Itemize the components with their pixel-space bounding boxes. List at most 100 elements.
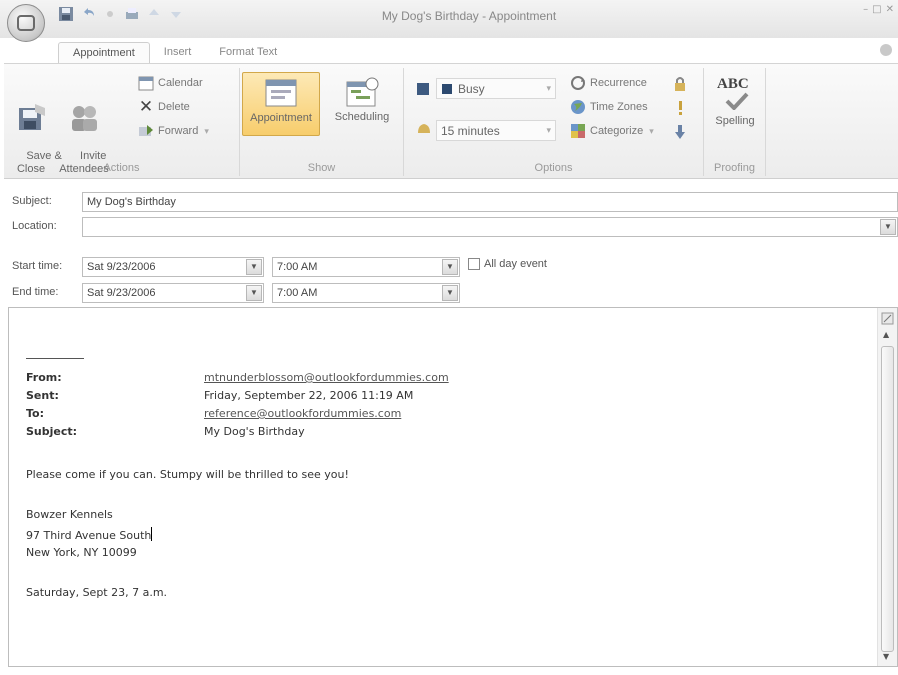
time-zones-label: Time Zones (590, 101, 648, 113)
calendar-icon (138, 76, 154, 91)
address-line-2: 97 Third Avenue South (26, 527, 153, 542)
reminder-value: 15 minutes (441, 123, 500, 138)
calendar-button[interactable]: Calendar (138, 74, 203, 92)
recurrence-button[interactable]: Recurrence (570, 74, 647, 92)
location-label: Location: (12, 220, 57, 232)
low-importance-icon[interactable] (674, 124, 686, 140)
group-options: Busy ▾ 15 minutes ▾ Recurrence Time Zone… (404, 68, 704, 176)
end-date-value: Sat 9/23/2006 (87, 287, 156, 299)
from-row: From: mtnunderblossom@outlookfordummies.… (26, 371, 826, 389)
reminder-dropdown[interactable]: 15 minutes ▾ (436, 120, 556, 141)
all-day-event-checkbox[interactable]: All day event (468, 258, 547, 270)
subject-field[interactable]: My Dog's Birthday (82, 192, 898, 212)
sent-value: Friday, September 22, 2006 11:19 AM (204, 389, 414, 402)
appointment-icon (265, 79, 297, 107)
spelling-icon: ABC (717, 76, 753, 112)
forward-dropdown-icon[interactable]: ▾ (204, 126, 209, 137)
to-row: To: reference@outlookfordummies.com (26, 407, 826, 425)
text-cursor (151, 527, 153, 541)
high-importance-icon[interactable] (674, 100, 686, 116)
spelling-button[interactable]: ABC Spelling (708, 76, 762, 128)
ribbon: Save & Close Invite Attendees Calendar ✕… (4, 63, 898, 179)
close-button[interactable]: ✕ (886, 4, 894, 15)
message-subject-key: Subject: (26, 425, 78, 438)
sent-row: Sent: Friday, September 22, 2006 11:19 A… (26, 389, 826, 407)
categorize-button[interactable]: Categorize ▾ (570, 122, 654, 140)
start-date-picker[interactable]: Sat 9/23/2006 ▼ (82, 257, 264, 277)
maximize-button[interactable]: □ (872, 4, 881, 15)
group-proofing: ABC Spelling Proofing (704, 68, 766, 176)
forward-label: Forward (158, 125, 199, 137)
help-icon[interactable] (880, 44, 892, 56)
address-line-3: New York, NY 10099 (26, 546, 137, 559)
start-date-value: Sat 9/23/2006 (87, 261, 156, 273)
scroll-up-icon[interactable]: ▲ (883, 330, 889, 339)
to-email-link[interactable]: reference@outlookfordummies.com (204, 407, 401, 420)
start-time-dropdown-icon[interactable]: ▼ (442, 259, 458, 275)
forward-icon (139, 125, 153, 136)
delete-label: Delete (158, 101, 190, 113)
subject-label: Subject: (12, 195, 52, 207)
tab-appointment[interactable]: Appointment (58, 42, 150, 64)
ribbon-tabs: Appointment Insert Format Text (58, 42, 291, 64)
location-field[interactable]: ▼ (82, 217, 898, 237)
scroll-down-icon[interactable]: ▼ (883, 652, 889, 661)
end-date-dropdown-icon[interactable]: ▼ (246, 285, 262, 301)
group-label-show: Show (307, 162, 336, 174)
save-close-icon (19, 104, 45, 130)
to-key: To: (26, 407, 44, 420)
vertical-scrollbar[interactable]: ▲ ▼ (877, 308, 897, 666)
forward-button[interactable]: Forward ▾ (138, 122, 209, 140)
ruler-icon[interactable] (881, 312, 894, 325)
reminder-caret-icon: ▾ (546, 125, 551, 135)
globe-icon (571, 100, 585, 114)
end-time-label: End time: (12, 286, 59, 298)
start-time-value: 7:00 AM (277, 261, 318, 273)
window-title: My Dog's Birthday - Appointment (381, 9, 557, 23)
date-line: Saturday, Sept 23, 7 a.m. (26, 586, 168, 599)
title-bar: My Dog's Birthday - Appointment – □ ✕ (0, 0, 898, 38)
categorize-label: Categorize (590, 125, 644, 137)
end-date-picker[interactable]: Sat 9/23/2006 ▼ (82, 283, 264, 303)
start-time-picker[interactable]: 7:00 AM ▼ (272, 257, 460, 277)
checkbox-icon[interactable] (468, 258, 480, 270)
spelling-label: Spelling (715, 115, 755, 127)
spelling-abc-text: ABC (717, 76, 749, 92)
group-label-options: Options (534, 162, 573, 174)
show-as-caret-icon: ▾ (546, 83, 551, 93)
tab-format-text[interactable]: Format Text (205, 42, 291, 64)
location-dropdown-icon[interactable]: ▼ (880, 219, 896, 235)
delete-button[interactable]: ✕ Delete (138, 97, 190, 116)
categorize-icon (571, 124, 585, 138)
group-label-proofing: Proofing (714, 162, 755, 174)
reminder-icon (418, 124, 430, 133)
end-time-dropdown-icon[interactable]: ▼ (442, 285, 458, 301)
group-show: Appointment Scheduling Show (240, 68, 404, 176)
notes-body[interactable]: From: mtnunderblossom@outlookfordummies.… (8, 307, 898, 667)
recurrence-icon (571, 76, 585, 90)
scheduling-view-button[interactable]: Scheduling (324, 76, 400, 124)
start-date-dropdown-icon[interactable]: ▼ (246, 259, 262, 275)
tab-insert[interactable]: Insert (150, 42, 206, 64)
subject-row: Subject: My Dog's Birthday (26, 425, 826, 443)
from-key: From: (26, 371, 62, 384)
show-as-dropdown[interactable]: Busy ▾ (436, 78, 556, 99)
private-icon[interactable] (672, 76, 688, 92)
appointment-view-button[interactable]: Appointment (242, 72, 320, 136)
time-zones-button[interactable]: Time Zones (570, 98, 648, 116)
minimize-button[interactable]: – (863, 4, 868, 15)
categorize-dropdown-icon[interactable]: ▾ (649, 126, 654, 137)
address-line-1: Bowzer Kennels (26, 508, 113, 521)
window-controls: – □ ✕ (863, 4, 894, 15)
show-as-icon (417, 83, 429, 95)
scheduling-icon (346, 77, 379, 107)
office-button[interactable] (7, 4, 45, 42)
all-day-label: All day event (484, 258, 547, 270)
scroll-thumb[interactable] (881, 346, 894, 652)
end-time-picker[interactable]: 7:00 AM ▼ (272, 283, 460, 303)
body-line: Please come if you can. Stumpy will be t… (26, 468, 349, 481)
from-email-link[interactable]: mtnunderblossom@outlookfordummies.com (204, 371, 449, 384)
scheduling-view-label: Scheduling (334, 111, 390, 123)
appointment-view-label: Appointment (250, 112, 312, 124)
delete-icon: ✕ (138, 97, 154, 116)
